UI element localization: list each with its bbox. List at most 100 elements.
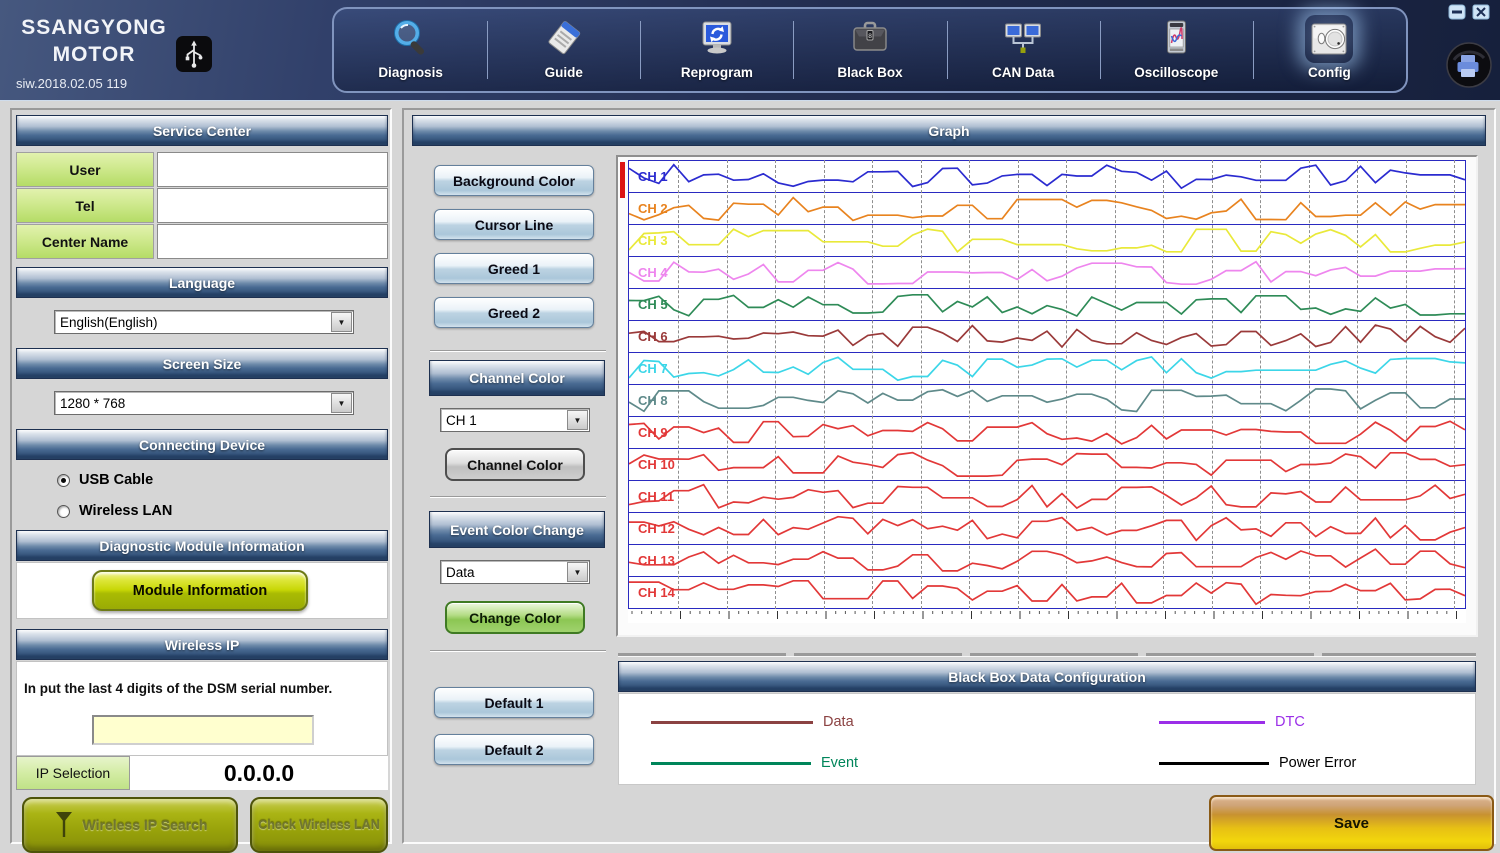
channel-label: CH 5 xyxy=(638,297,668,312)
chevron-down-icon[interactable]: ▼ xyxy=(331,393,352,413)
close-button[interactable] xyxy=(1472,4,1490,25)
field-row-user: User xyxy=(16,152,388,187)
channel-band: CH 9 xyxy=(628,416,1466,449)
event-select-value: Data xyxy=(441,565,567,580)
graph-header: Graph xyxy=(412,115,1486,146)
cursor-line-button[interactable]: Cursor Line xyxy=(434,209,594,240)
legend-line xyxy=(1159,721,1265,724)
toolbar-item-blackbox[interactable]: 8 Black Box xyxy=(793,9,946,91)
chevron-down-icon[interactable]: ▼ xyxy=(567,562,588,582)
channel-color-button[interactable]: Channel Color xyxy=(445,448,585,481)
dsm-serial-input[interactable] xyxy=(92,715,314,745)
brand-line2: MOTOR xyxy=(14,43,174,67)
button-label: Check Wireless LAN xyxy=(258,818,379,832)
toolbar-label: Config xyxy=(1308,65,1351,80)
toolbar-label: Black Box xyxy=(837,65,902,80)
usb-icon xyxy=(176,36,212,77)
channel-band: CH 12 xyxy=(628,512,1466,545)
legend-item-dtc: DTC xyxy=(1159,714,1305,730)
chevron-down-icon[interactable]: ▼ xyxy=(567,410,588,430)
splitter-line xyxy=(618,653,1476,656)
legend-line xyxy=(651,762,811,765)
monitor-refresh-icon xyxy=(693,15,741,63)
channel-label: CH 12 xyxy=(638,521,675,536)
wireless-ip-search-button[interactable]: Wireless IP Search xyxy=(22,797,238,853)
toolbar-item-diagnosis[interactable]: Diagnosis xyxy=(334,9,487,91)
ip-address-value: 0.0.0.0 xyxy=(130,756,388,790)
radio-dot[interactable] xyxy=(57,474,70,487)
channel-band: CH 2 xyxy=(628,192,1466,225)
blackbox-header: Black Box Data Configuration xyxy=(618,661,1476,692)
field-row-tel: Tel xyxy=(16,188,388,223)
toolbar-label: Diagnosis xyxy=(378,65,443,80)
version-text: siw.2018.02.05 119 xyxy=(16,76,127,91)
channel-label: CH 1 xyxy=(638,169,668,184)
channel-color-header: Channel Color xyxy=(429,360,605,396)
magnifier-icon xyxy=(387,15,435,63)
screen-size-value: 1280 * 768 xyxy=(55,396,331,411)
oscilloscope-icon xyxy=(1152,15,1200,63)
ip-selection-row: IP Selection 0.0.0.0 xyxy=(16,756,388,790)
minimize-button[interactable] xyxy=(1448,4,1466,25)
wireless-ip-header: Wireless IP xyxy=(16,629,388,660)
language-value: English(English) xyxy=(55,315,331,330)
ip-selection-label[interactable]: IP Selection xyxy=(16,756,130,790)
user-label: User xyxy=(16,152,154,187)
event-select[interactable]: Data ▼ xyxy=(440,560,590,584)
save-button[interactable]: Save xyxy=(1209,795,1494,851)
tel-input[interactable] xyxy=(157,188,388,223)
field-row-center-name: Center Name xyxy=(16,224,388,259)
channel-label: CH 11 xyxy=(638,489,674,504)
toolbar-item-config[interactable]: Config xyxy=(1253,9,1406,91)
chevron-down-icon[interactable]: ▼ xyxy=(331,312,352,332)
change-color-button[interactable]: Change Color xyxy=(445,601,585,634)
legend-item-data: Data xyxy=(651,714,854,730)
toolbar-item-guide[interactable]: Guide xyxy=(487,9,640,91)
default-2-button[interactable]: Default 2 xyxy=(434,734,594,765)
toolbar-label: Guide xyxy=(545,65,583,80)
radio-usb-cable[interactable]: USB Cable xyxy=(57,472,153,488)
briefcase-icon: 8 xyxy=(846,15,894,63)
center-name-label: Center Name xyxy=(16,224,154,259)
user-input[interactable] xyxy=(157,152,388,187)
channel-band: CH 13 xyxy=(628,544,1466,577)
legend-label: Power Error xyxy=(1279,755,1356,771)
center-name-input[interactable] xyxy=(157,224,388,259)
greed-2-button[interactable]: Greed 2 xyxy=(434,297,594,328)
toolbar-item-reprogram[interactable]: Reprogram xyxy=(640,9,793,91)
default-1-button[interactable]: Default 1 xyxy=(434,687,594,718)
channel-select[interactable]: CH 1 ▼ xyxy=(440,408,590,432)
channel-label: CH 4 xyxy=(638,265,668,280)
legend-label: Event xyxy=(821,755,858,771)
toolbar-item-oscilloscope[interactable]: Oscilloscope xyxy=(1100,9,1253,91)
button-label: Wireless IP Search xyxy=(83,817,208,833)
dual-monitor-icon xyxy=(999,15,1047,63)
service-center-header: Service Center xyxy=(16,115,388,146)
notepad-icon xyxy=(540,15,588,63)
channel-label: CH 6 xyxy=(638,329,668,344)
toolbar-label: CAN Data xyxy=(992,65,1054,80)
printer-icon[interactable] xyxy=(1446,42,1492,93)
radio-wireless-lan[interactable]: Wireless LAN xyxy=(57,503,172,519)
toolbar-label: Reprogram xyxy=(681,65,753,80)
channel-label: CH 9 xyxy=(638,425,668,440)
graph-panel: Graph Background Color Cursor Line Greed… xyxy=(402,108,1496,844)
language-select[interactable]: English(English) ▼ xyxy=(54,310,354,334)
brand-logo: SSANGYONG MOTOR xyxy=(14,16,174,67)
greed-1-button[interactable]: Greed 1 xyxy=(434,253,594,284)
settings-panel: Service Center User Tel Center Name Lang… xyxy=(10,108,392,844)
channel-band: CH 14 xyxy=(628,576,1466,609)
toolbar-label: Oscilloscope xyxy=(1134,65,1218,80)
toolbar-item-candata[interactable]: CAN Data xyxy=(947,9,1100,91)
channel-band: CH 3 xyxy=(628,224,1466,257)
background-color-button[interactable]: Background Color xyxy=(434,165,594,196)
channel-label: CH 14 xyxy=(638,585,675,600)
radio-dot[interactable] xyxy=(57,505,70,518)
channel-select-value: CH 1 xyxy=(441,413,567,428)
check-wireless-lan-button[interactable]: Check Wireless LAN xyxy=(250,797,388,853)
connecting-device-header: Connecting Device xyxy=(16,429,388,460)
legend-item-event: Event xyxy=(651,755,858,771)
screen-size-select[interactable]: 1280 * 768 ▼ xyxy=(54,391,354,415)
module-information-button[interactable]: Module Information xyxy=(92,570,308,611)
cursor-bar[interactable] xyxy=(620,162,625,198)
